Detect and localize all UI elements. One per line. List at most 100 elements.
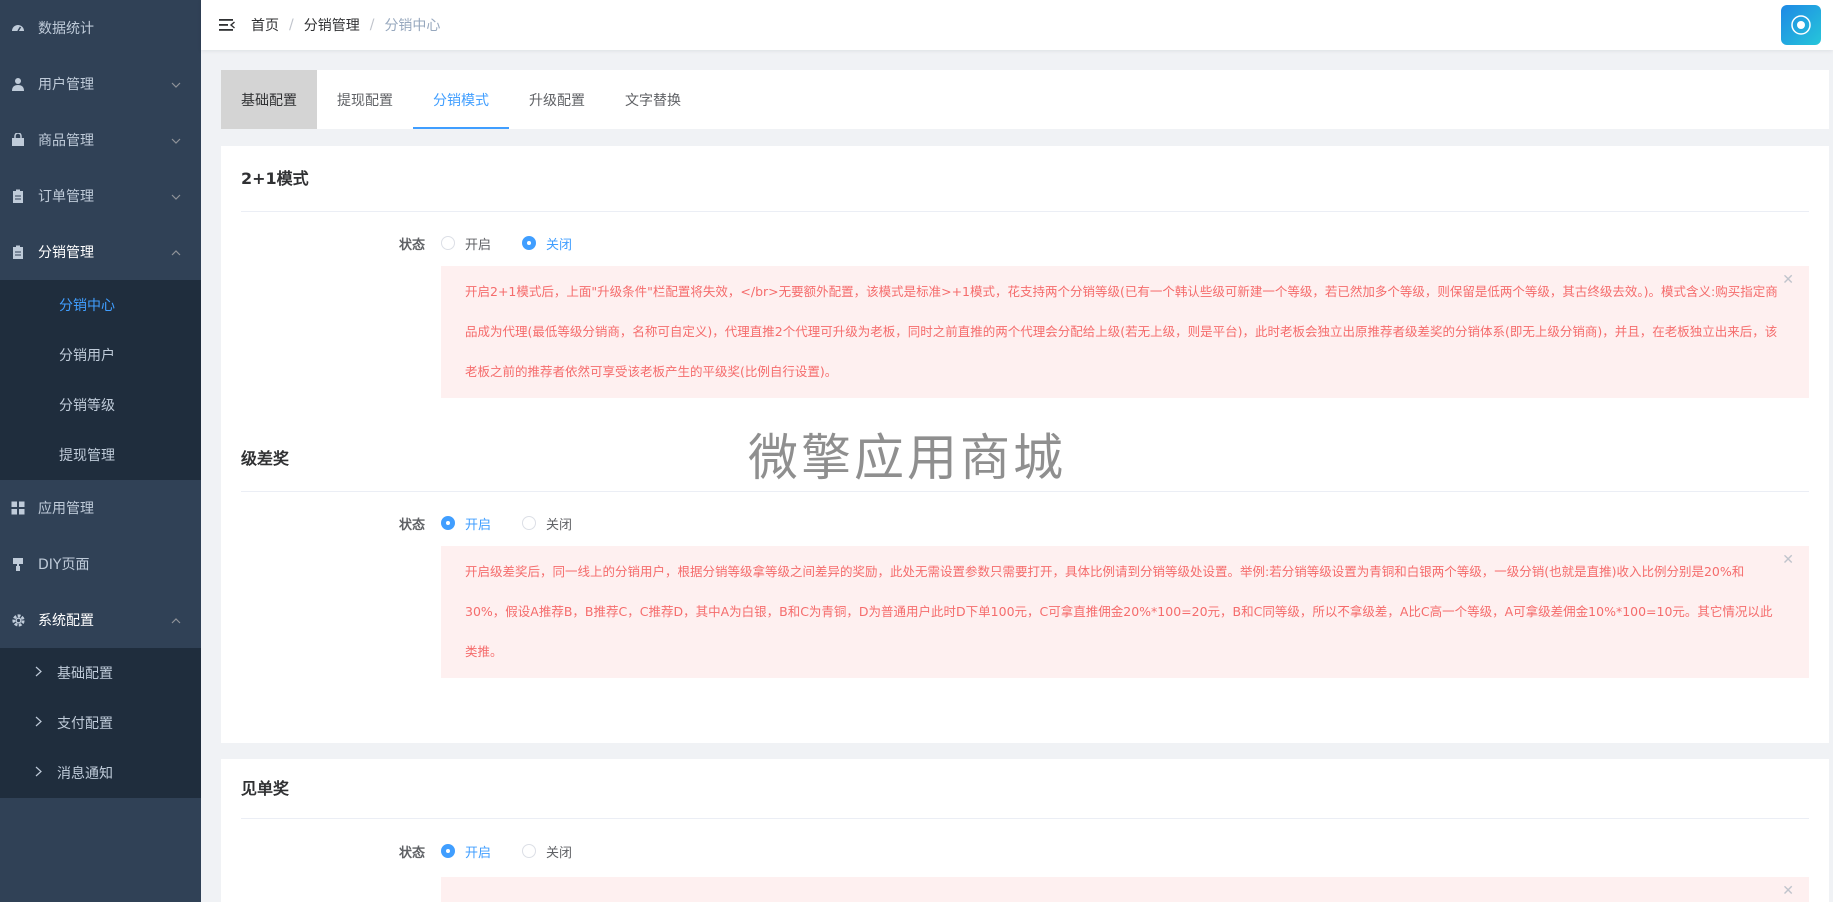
radio-dot bbox=[522, 844, 536, 858]
status-row: 状态 开启 关闭 bbox=[221, 212, 1829, 274]
status-label: 状态 bbox=[399, 517, 426, 533]
sidebar-item-payment-config[interactable]: 支付配置 bbox=[0, 698, 201, 748]
menu-label: 系统配置 bbox=[38, 613, 94, 629]
paint-roller-icon bbox=[10, 556, 26, 572]
radio-dot bbox=[441, 516, 455, 530]
status-row: 状态 开启 关闭 bbox=[221, 819, 1829, 883]
chevron-down-icon bbox=[171, 133, 181, 147]
menu-label: 分销管理 bbox=[38, 245, 94, 261]
radio-enable[interactable]: 开启 bbox=[441, 234, 491, 253]
menu-item-users[interactable]: 用户管理 bbox=[0, 56, 201, 112]
mode-card: 2+1模式 状态 开启 关闭 开启2+1模式后，上面"升级条件"栏配置将失效，<… bbox=[221, 146, 1829, 743]
menu-label: 数据统计 bbox=[38, 21, 94, 37]
breadcrumb-separator: / bbox=[289, 17, 294, 33]
menu-item-distribution[interactable]: 分销管理 bbox=[0, 224, 201, 280]
status-label: 状态 bbox=[399, 845, 426, 861]
see-order-card: 见单奖 状态 开启 关闭 ✕ bbox=[221, 759, 1829, 902]
sub-item-label: 消息通知 bbox=[57, 766, 113, 782]
chevron-down-icon bbox=[171, 189, 181, 203]
clipboard-icon bbox=[10, 244, 26, 260]
radio-disable[interactable]: 关闭 bbox=[522, 234, 572, 253]
radio-disable[interactable]: 关闭 bbox=[522, 514, 572, 533]
shopping-bag-icon bbox=[10, 132, 26, 148]
sidebar-item-withdraw-management[interactable]: 提现管理 bbox=[0, 430, 201, 480]
menu-label: 订单管理 bbox=[38, 189, 94, 205]
menu-label: DIY页面 bbox=[38, 557, 90, 573]
menu-item-diy-page[interactable]: DIY页面 bbox=[0, 536, 201, 592]
menu-item-products[interactable]: 商品管理 bbox=[0, 112, 201, 168]
tab-basic-config[interactable]: 基础配置 bbox=[221, 70, 317, 129]
gear-icon bbox=[10, 612, 26, 628]
radio-label: 开启 bbox=[465, 845, 492, 861]
chevron-right-icon bbox=[35, 716, 57, 731]
close-icon[interactable]: ✕ bbox=[1782, 272, 1794, 288]
radio-label: 开启 bbox=[465, 237, 492, 253]
alert-text: 开启级差奖后，同一线上的分销用户，根据分销等级拿等级之间差异的奖励，此处无需设置… bbox=[465, 564, 1773, 659]
breadcrumb-distribution[interactable]: 分销管理 bbox=[304, 15, 360, 35]
section-level-diff: 级差奖 状态 开启 关闭 开启级差奖后，同一线上的分销用户，根据分销等级拿等级之… bbox=[221, 426, 1829, 678]
sidebar-item-distribution-center[interactable]: 分销中心 bbox=[0, 280, 201, 330]
user-icon bbox=[10, 76, 26, 92]
radio-dot bbox=[441, 236, 455, 250]
menu-item-statistics[interactable]: 数据统计 bbox=[0, 0, 201, 56]
notice-alert: 开启2+1模式后，上面"升级条件"栏配置将失效，</br>无要额外配置，该模式是… bbox=[441, 266, 1809, 398]
notice-alert: ✕ bbox=[441, 877, 1809, 902]
radio-disable[interactable]: 关闭 bbox=[522, 842, 572, 861]
sub-item-label: 支付配置 bbox=[57, 716, 113, 732]
hamburger-icon[interactable] bbox=[217, 15, 237, 35]
sidebar-item-message-notify[interactable]: 消息通知 bbox=[0, 748, 201, 798]
status-label: 状态 bbox=[399, 237, 426, 253]
radio-dot bbox=[522, 236, 536, 250]
radio-dot bbox=[522, 516, 536, 530]
menu-label: 应用管理 bbox=[38, 501, 94, 517]
sidebar-item-distribution-users[interactable]: 分销用户 bbox=[0, 330, 201, 380]
sidebar-item-distribution-levels[interactable]: 分销等级 bbox=[0, 380, 201, 430]
chevron-right-icon bbox=[35, 666, 57, 681]
menu-label: 商品管理 bbox=[38, 133, 94, 149]
tab-withdraw-config[interactable]: 提现配置 bbox=[317, 70, 413, 129]
tab-distribution-mode[interactable]: 分销模式 bbox=[413, 70, 509, 129]
breadcrumb: 首页 / 分销管理 / 分销中心 bbox=[251, 15, 440, 35]
grid-icon bbox=[10, 500, 26, 516]
notice-alert: 开启级差奖后，同一线上的分销用户，根据分销等级拿等级之间差异的奖励，此处无需设置… bbox=[441, 546, 1809, 678]
radio-label: 关闭 bbox=[546, 237, 573, 253]
tab-upgrade-config[interactable]: 升级配置 bbox=[509, 70, 605, 129]
section-title: 级差奖 bbox=[241, 426, 1809, 492]
settings-tabs: 基础配置 提现配置 分销模式 升级配置 文字替换 bbox=[221, 70, 1829, 129]
menu-label: 用户管理 bbox=[38, 77, 94, 93]
system-submenu: 基础配置 支付配置 消息通知 bbox=[0, 648, 201, 798]
alert-text: 开启2+1模式后，上面"升级条件"栏配置将失效，</br>无要额外配置，该模式是… bbox=[465, 284, 1778, 379]
breadcrumb-home[interactable]: 首页 bbox=[251, 15, 279, 35]
breadcrumb-separator: / bbox=[369, 17, 375, 33]
sidebar: 数据统计 用户管理 商品管理 订单管理 分销管理 分销中心 分销用户 分销等级 … bbox=[0, 0, 201, 902]
tab-text-replace[interactable]: 文字替换 bbox=[605, 70, 701, 129]
close-icon[interactable]: ✕ bbox=[1782, 552, 1794, 568]
radio-label: 开启 bbox=[465, 517, 492, 533]
radio-enable[interactable]: 开启 bbox=[441, 842, 491, 861]
radio-enable[interactable]: 开启 bbox=[441, 514, 491, 533]
sub-item-label: 基础配置 bbox=[57, 666, 113, 682]
avatar[interactable] bbox=[1781, 5, 1821, 45]
menu-item-apps[interactable]: 应用管理 bbox=[0, 480, 201, 536]
radio-label: 关闭 bbox=[546, 517, 573, 533]
section-title: 2+1模式 bbox=[241, 146, 1809, 212]
top-header: 首页 / 分销管理 / 分销中心 bbox=[201, 0, 1833, 50]
radio-dot bbox=[441, 844, 455, 858]
radio-label: 关闭 bbox=[546, 845, 573, 861]
chevron-down-icon bbox=[171, 77, 181, 91]
distribution-submenu: 分销中心 分销用户 分销等级 提现管理 bbox=[0, 280, 201, 480]
menu-item-orders[interactable]: 订单管理 bbox=[0, 168, 201, 224]
sidebar-item-basic-config[interactable]: 基础配置 bbox=[0, 648, 201, 698]
chevron-right-icon bbox=[35, 766, 57, 781]
section-see-order: 见单奖 状态 开启 关闭 ✕ bbox=[221, 759, 1829, 902]
section-two-plus-one: 2+1模式 状态 开启 关闭 开启2+1模式后，上面"升级条件"栏配置将失效，<… bbox=[221, 146, 1829, 398]
breadcrumb-current: 分销中心 bbox=[384, 18, 441, 34]
menu-item-system-config[interactable]: 系统配置 bbox=[0, 592, 201, 648]
clipboard-icon bbox=[10, 188, 26, 204]
status-row: 状态 开启 关闭 bbox=[221, 492, 1829, 554]
close-icon[interactable]: ✕ bbox=[1782, 883, 1794, 899]
dashboard-icon bbox=[10, 20, 26, 36]
section-title: 见单奖 bbox=[241, 759, 1809, 819]
chevron-up-icon bbox=[171, 245, 181, 259]
chevron-up-icon bbox=[171, 613, 181, 627]
